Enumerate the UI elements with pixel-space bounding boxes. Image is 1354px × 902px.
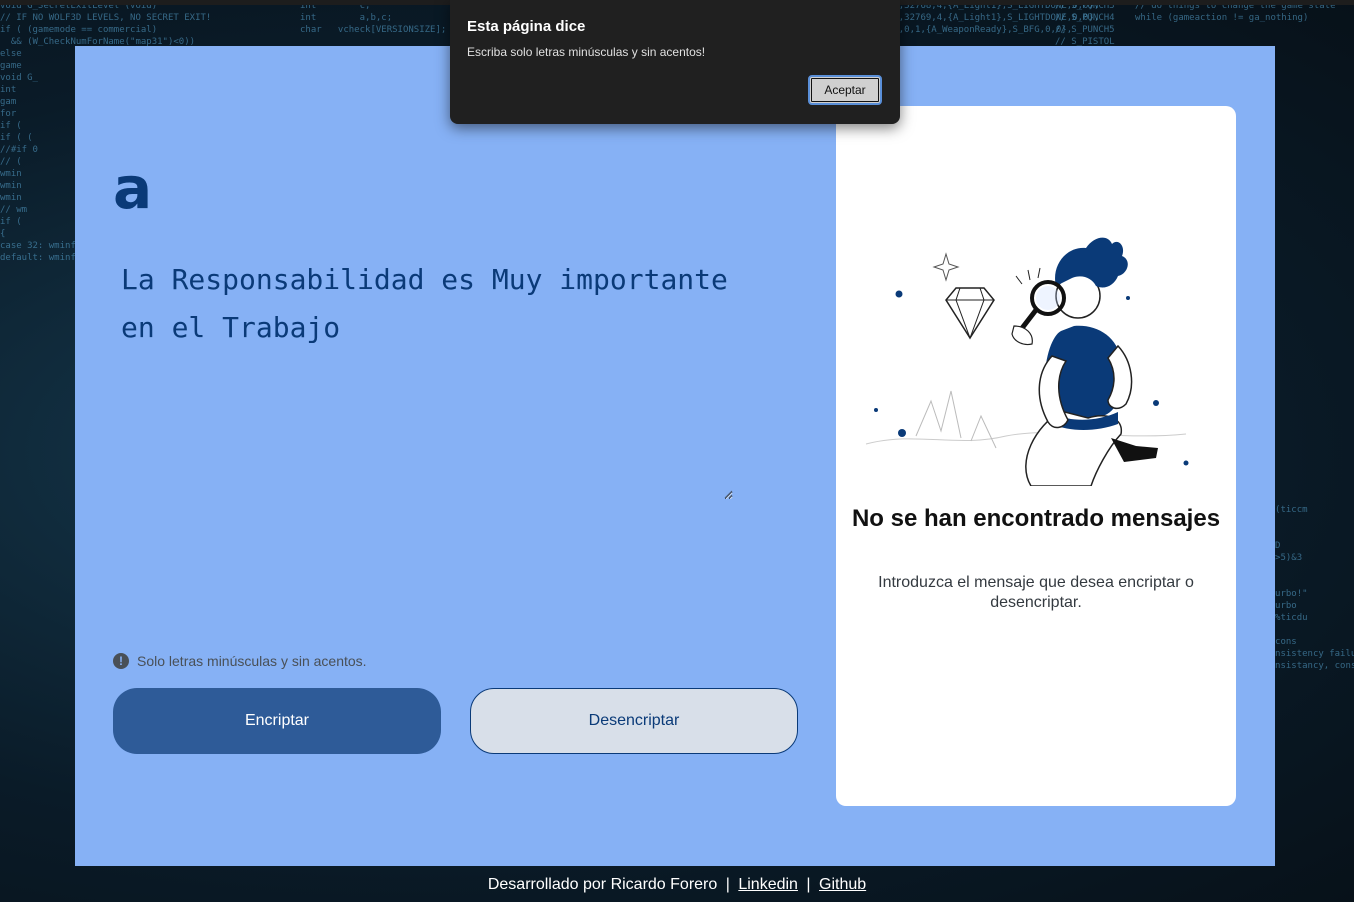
alert-dialog: Esta página dice Escriba solo letras min… [450,0,900,124]
decrypt-button[interactable]: Desencriptar [470,688,798,754]
main-panel: a La Responsabilidad es Muy importante e… [75,46,1275,866]
info-icon: ! [113,653,129,669]
result-description: Introduzca el mensaje que desea encripta… [878,574,1194,611]
linkedin-link[interactable]: Linkedin [738,876,798,893]
result-title: No se han encontrado mensajes [851,505,1221,532]
dialog-accept-button[interactable]: Aceptar [808,75,882,105]
search-illustration [865,237,1189,486]
encrypt-button[interactable]: Encriptar [113,688,441,754]
input-hint: ! Solo letras minúsculas y sin acentos. [113,653,367,669]
footer: Desarrollado por Ricardo Forero | Linked… [0,876,1354,894]
footer-credit: Desarrollado por Ricardo Forero [487,876,718,893]
footer-separator: | [725,876,730,893]
resize-grip-icon[interactable] [723,489,733,499]
message-input[interactable]: La Responsabilidad es Muy importante en … [121,256,733,500]
dialog-title: Esta página dice [467,18,586,35]
footer-separator: | [806,876,811,893]
dialog-message: Escriba solo letras minúsculas y sin ace… [467,45,706,59]
result-card: No se han encontrado mensajes Introduzca… [836,106,1236,806]
github-link[interactable]: Github [819,876,866,893]
logo: a [113,154,153,222]
hint-text: Solo letras minúsculas y sin acentos. [137,653,367,669]
